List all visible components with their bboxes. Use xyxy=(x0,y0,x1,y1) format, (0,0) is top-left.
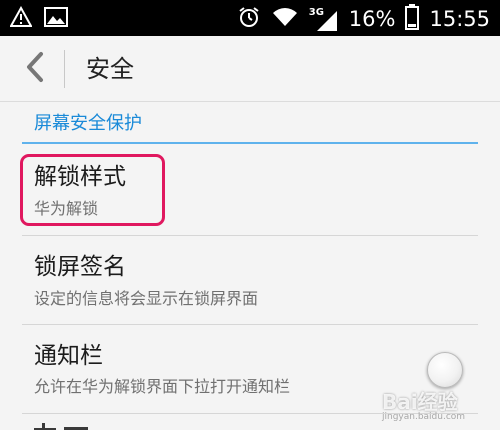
status-bar: 3G 16% 15:55 xyxy=(0,0,500,36)
list-item-partial xyxy=(34,418,94,430)
wifi-icon xyxy=(271,6,299,32)
gallery-icon xyxy=(44,6,68,32)
list-item-title: 锁屏签名 xyxy=(34,254,126,280)
notification-bar-toggle[interactable] xyxy=(427,352,463,388)
list-item-summary: 华为解锁 xyxy=(34,199,99,218)
action-bar-bottom-rule xyxy=(0,101,500,102)
page-title: 安全 xyxy=(86,55,134,83)
list-item-title: 通知栏 xyxy=(34,343,103,369)
list-item-summary: 允许在华为解锁界面下拉打开通知栏 xyxy=(34,377,291,396)
battery-icon xyxy=(405,4,420,34)
clock: 15:55 xyxy=(429,7,490,31)
list-item-title: 解锁样式 xyxy=(34,164,126,190)
list-item-unlock-style[interactable]: 解锁样式 华为解锁 xyxy=(0,146,500,234)
signal-icon: 3G xyxy=(309,7,339,31)
list-item-summary: 设定的信息将会显示在锁屏界面 xyxy=(34,289,259,308)
item-divider xyxy=(22,413,478,414)
status-bar-left xyxy=(9,5,68,32)
chevron-left-icon xyxy=(24,51,46,87)
alarm-icon xyxy=(237,5,261,33)
warning-icon xyxy=(9,5,33,32)
section-header-rule xyxy=(22,142,478,144)
back-button[interactable] xyxy=(18,52,52,86)
list-item-lock-screen-signature[interactable]: 锁屏签名 设定的信息将会显示在锁屏界面 xyxy=(0,236,500,324)
action-bar-divider xyxy=(64,50,65,88)
action-bar: 安全 xyxy=(0,36,500,102)
status-bar-right: 3G 16% 15:55 xyxy=(237,4,490,34)
section-header: 屏幕安全保护 xyxy=(34,113,142,134)
battery-percent: 16% xyxy=(348,7,396,31)
list-item-notification-bar[interactable]: 通知栏 允许在华为解锁界面下拉打开通知栏 xyxy=(0,325,500,413)
